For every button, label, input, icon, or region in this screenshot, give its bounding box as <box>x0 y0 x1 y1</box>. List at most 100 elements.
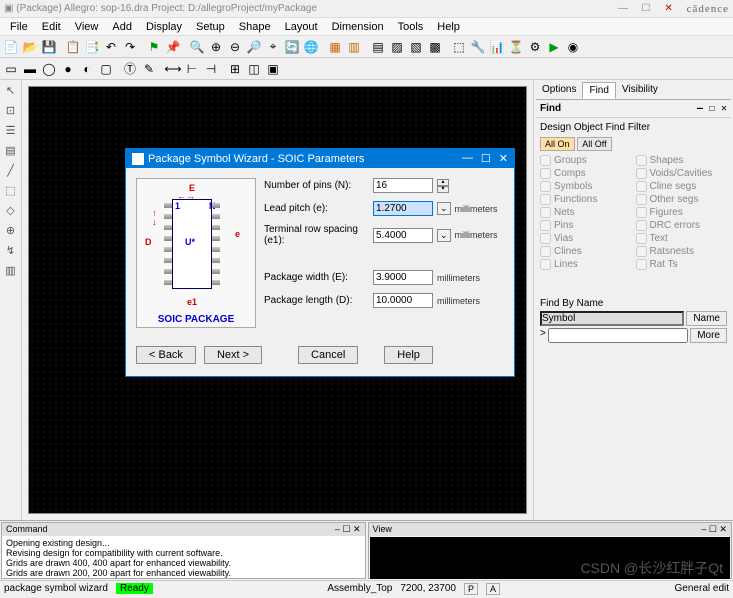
all-on-button[interactable]: All On <box>540 137 575 151</box>
help-button[interactable]: Help <box>384 346 433 364</box>
layer-icon[interactable]: ▩ <box>426 38 444 56</box>
filter-clinesegs[interactable]: Cline segs <box>636 181 728 192</box>
zoom-fit-icon[interactable]: 🔍 <box>188 38 206 56</box>
tool-icon[interactable]: 📋 <box>64 38 82 56</box>
new-icon[interactable]: 📄 <box>2 38 20 56</box>
dim-icon[interactable]: ⊣ <box>202 60 220 78</box>
more-button[interactable]: More <box>690 328 727 343</box>
menu-dimension[interactable]: Dimension <box>326 19 390 35</box>
shape-icon[interactable]: ◐ <box>78 60 96 78</box>
menu-tools[interactable]: Tools <box>392 19 430 35</box>
filter-lines[interactable]: Lines <box>540 259 632 270</box>
filter-figures[interactable]: Figures <box>636 207 728 218</box>
dropdown-icon[interactable]: ⌄ <box>437 202 451 215</box>
name-button[interactable]: Name <box>686 311 727 326</box>
filter-othersegs[interactable]: Other segs <box>636 194 728 205</box>
menu-display[interactable]: Display <box>140 19 188 35</box>
filter-voidscavities[interactable]: Voids/Cavities <box>636 168 728 179</box>
grid-icon[interactable]: ▥ <box>345 38 363 56</box>
refresh-icon[interactable]: 🔄 <box>283 38 301 56</box>
tool-icon[interactable]: ⬚ <box>0 180 21 200</box>
tool-icon[interactable]: ◫ <box>245 60 263 78</box>
tab-visibility[interactable]: Visibility <box>616 82 664 99</box>
tool-icon[interactable]: ↯ <box>0 240 21 260</box>
maximize-button[interactable]: ☐ <box>636 3 656 14</box>
param-input-2[interactable] <box>373 228 433 243</box>
menu-file[interactable]: File <box>4 19 34 35</box>
tool-icon[interactable]: ╱ <box>0 160 21 180</box>
filter-vias[interactable]: Vias <box>540 233 632 244</box>
tool-icon[interactable]: 📊 <box>488 38 506 56</box>
tab-options[interactable]: Options <box>536 82 582 99</box>
shape-icon[interactable]: ▬ <box>21 60 39 78</box>
filter-groups[interactable]: Groups <box>540 155 632 166</box>
filter-pins[interactable]: Pins <box>540 220 632 231</box>
all-off-button[interactable]: All Off <box>577 137 611 151</box>
zoom-icon[interactable]: ⌖ <box>264 38 282 56</box>
filter-functions[interactable]: Functions <box>540 194 632 205</box>
symbol-input[interactable] <box>540 311 684 326</box>
menu-add[interactable]: Add <box>106 19 138 35</box>
tool-icon[interactable]: ▶ <box>545 38 563 56</box>
status-p[interactable]: P <box>464 583 478 595</box>
filter-ratts[interactable]: Rat Ts <box>636 259 728 270</box>
back-button[interactable]: < Back <box>136 346 196 364</box>
next-button[interactable]: Next > <box>204 346 262 364</box>
grid-icon[interactable]: ▦ <box>326 38 344 56</box>
param-input-0[interactable] <box>373 178 433 193</box>
open-icon[interactable]: 📂 <box>21 38 39 56</box>
globe-icon[interactable]: 🌐 <box>302 38 320 56</box>
zoom-out-icon[interactable]: ⊖ <box>226 38 244 56</box>
tool-icon[interactable]: ▣ <box>264 60 282 78</box>
dim-icon[interactable]: ⊢ <box>183 60 201 78</box>
layer-icon[interactable]: ▨ <box>388 38 406 56</box>
tool-icon[interactable]: ▤ <box>0 140 21 160</box>
tool-icon[interactable]: ⬚ <box>450 38 468 56</box>
tool-icon[interactable]: ⊡ <box>0 100 21 120</box>
edit-icon[interactable]: ✎ <box>140 60 158 78</box>
layer-icon[interactable]: ▤ <box>369 38 387 56</box>
filter-symbols[interactable]: Symbols <box>540 181 632 192</box>
text-icon[interactable]: Ⓣ <box>121 60 139 78</box>
redo-icon[interactable]: ↷ <box>121 38 139 56</box>
close-button[interactable]: ✕ <box>659 3 679 14</box>
layer-icon[interactable]: ▧ <box>407 38 425 56</box>
shape-icon[interactable]: ▢ <box>97 60 115 78</box>
zoom-in-icon[interactable]: ⊕ <box>207 38 225 56</box>
find-input[interactable] <box>548 328 688 343</box>
shape-icon[interactable]: ▭ <box>2 60 20 78</box>
cancel-button[interactable]: Cancel <box>298 346 358 364</box>
tool-icon[interactable]: 📑 <box>83 38 101 56</box>
save-icon[interactable]: 💾 <box>40 38 58 56</box>
menu-shape[interactable]: Shape <box>233 19 277 35</box>
view-canvas[interactable] <box>370 537 731 579</box>
param-input-3[interactable] <box>373 270 433 285</box>
tool-icon[interactable]: 🔧 <box>469 38 487 56</box>
minimize-button[interactable]: — <box>613 3 633 14</box>
tool-icon[interactable]: ↖ <box>0 80 21 100</box>
dropdown-icon[interactable]: ⌄ <box>437 229 451 242</box>
tab-find[interactable]: Find <box>582 82 615 99</box>
tool-icon[interactable]: ⊕ <box>0 220 21 240</box>
filter-nets[interactable]: Nets <box>540 207 632 218</box>
tool-icon[interactable]: ◇ <box>0 200 21 220</box>
tool-icon[interactable]: ▥ <box>0 260 21 280</box>
undo-icon[interactable]: ↶ <box>102 38 120 56</box>
dialog-close[interactable]: ✕ <box>499 152 508 165</box>
dim-icon[interactable]: ⟷ <box>164 60 182 78</box>
menu-help[interactable]: Help <box>431 19 466 35</box>
filter-clines[interactable]: Clines <box>540 246 632 257</box>
tool-icon[interactable]: ⚙ <box>526 38 544 56</box>
shape-icon[interactable]: ● <box>59 60 77 78</box>
zoom-icon[interactable]: 🔎 <box>245 38 263 56</box>
tool-icon[interactable]: ◉ <box>564 38 582 56</box>
dialog-maximize[interactable]: ☐ <box>481 152 491 165</box>
filter-drcerrors[interactable]: DRC errors <box>636 220 728 231</box>
param-input-1[interactable] <box>373 201 433 216</box>
status-a[interactable]: A <box>486 583 500 595</box>
param-input-4[interactable] <box>373 293 433 308</box>
menu-setup[interactable]: Setup <box>190 19 231 35</box>
menu-view[interactable]: View <box>69 19 105 35</box>
tool-icon[interactable]: ⊞ <box>226 60 244 78</box>
pin-icon[interactable]: 📌 <box>164 38 182 56</box>
